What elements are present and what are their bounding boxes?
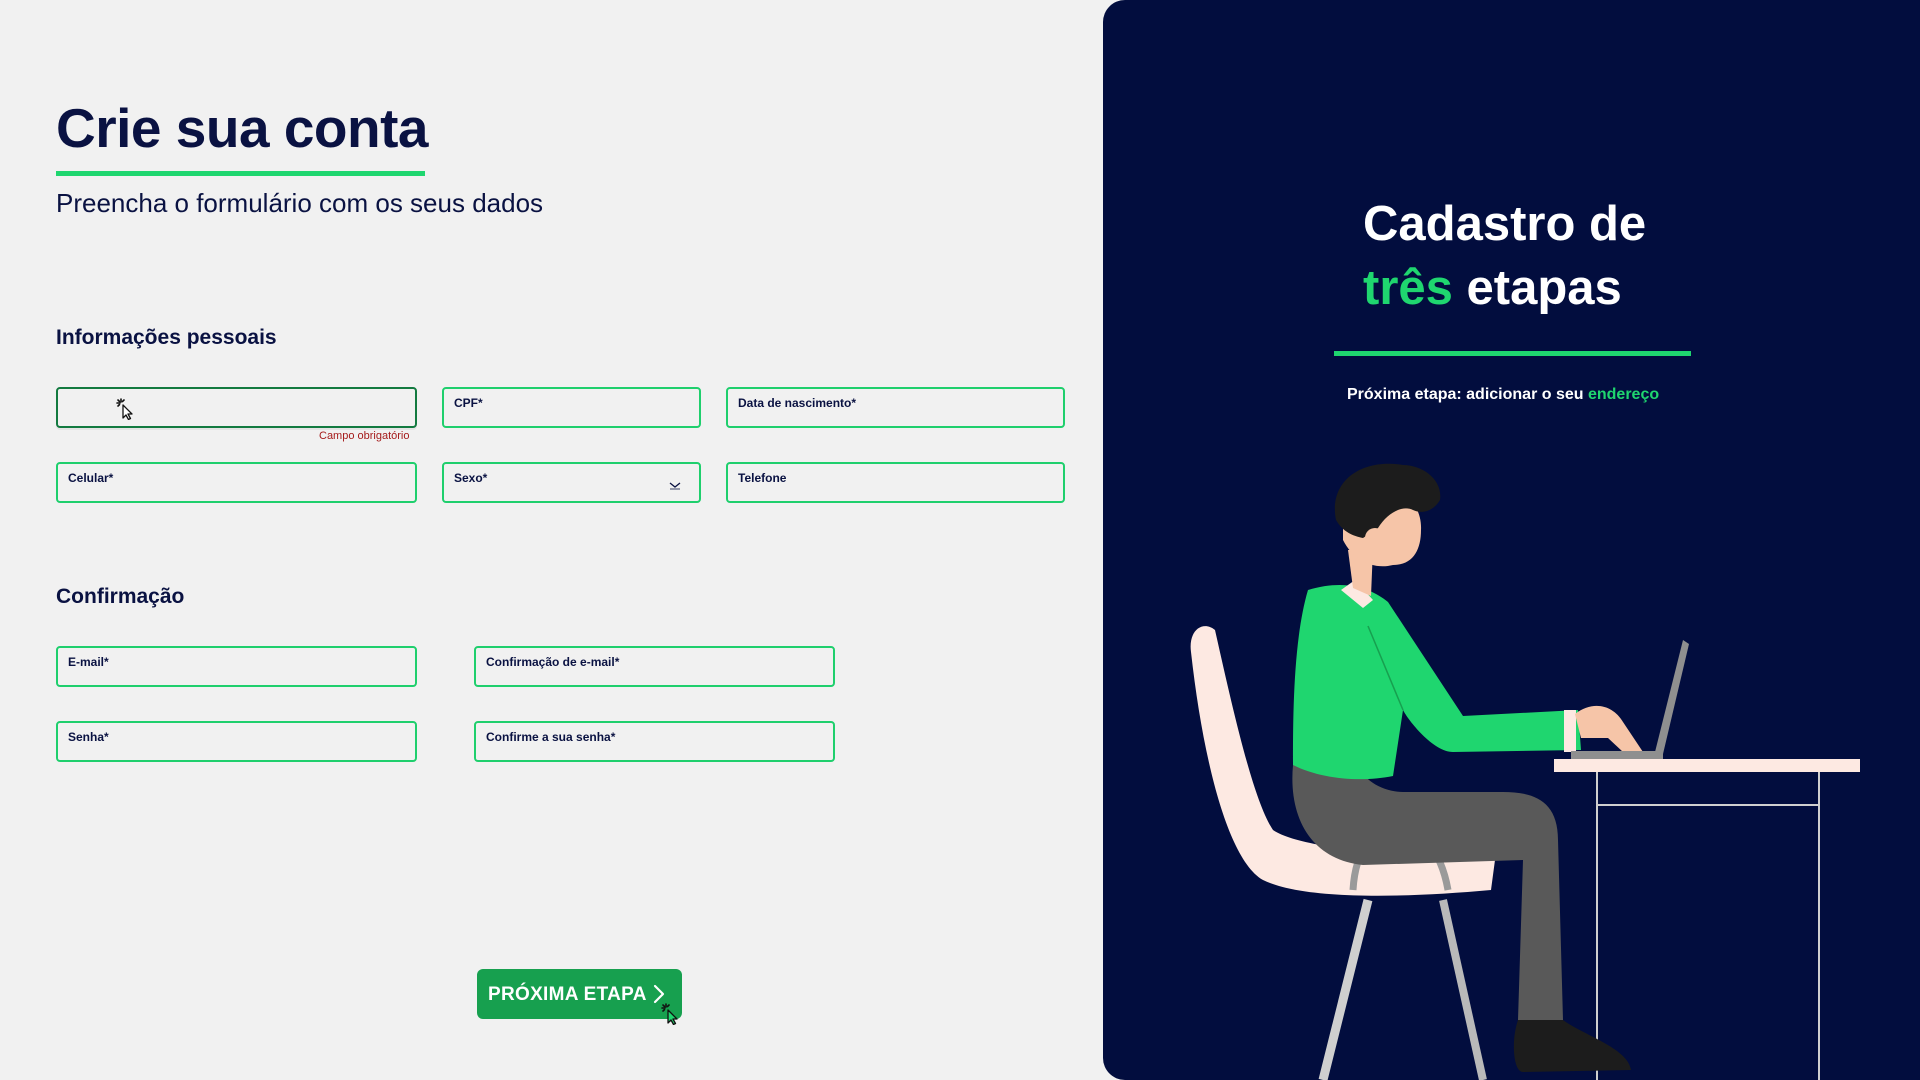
info-heading-line1: Cadastro de [1363, 197, 1647, 251]
sex-select-label: Sexo* [454, 471, 488, 485]
info-heading-rest: etapas [1466, 261, 1622, 315]
mobile-field-label: Celular* [68, 471, 114, 485]
email-field-label: E-mail* [68, 655, 109, 669]
next-step-button[interactable]: PRÓXIMA ETAPA [477, 969, 682, 1019]
mobile-field[interactable]: Celular* [56, 462, 417, 503]
next-step-highlight: endereço [1587, 386, 1660, 403]
loading-cursor-icon [116, 398, 133, 420]
info-heading-highlight: três [1363, 261, 1453, 315]
form-panel: Crie sua conta Preencha o formulário com… [0, 0, 1100, 1080]
email-confirm-field[interactable]: Confirmação de e-mail* [474, 646, 835, 687]
cpf-field[interactable]: CPF* [442, 387, 701, 428]
chevron-down-icon [669, 482, 681, 490]
title-underline [56, 171, 425, 176]
page-subtitle: Preencha o formulário com os seus dados [56, 188, 544, 218]
next-step-info: Próxima etapa: adicionar o seu endereço [1347, 386, 1659, 404]
name-field-error: Campo obrigatório [319, 430, 410, 442]
phone-field-label: Telefone [738, 471, 787, 485]
sex-select[interactable]: Sexo* [442, 462, 701, 503]
name-field[interactable] [56, 387, 417, 428]
next-step-text: Próxima etapa: adicionar o seu [1347, 386, 1584, 403]
password-confirm-field[interactable]: Confirme a sua senha* [474, 721, 835, 762]
birthdate-field[interactable]: Data de nascimento* [726, 387, 1065, 428]
info-panel: Cadastro de três etapas Próxima etapa: a… [1103, 0, 1920, 1080]
section-title-personal: Informações pessoais [56, 326, 277, 349]
cpf-field-label: CPF* [454, 396, 483, 410]
next-step-button-label: PRÓXIMA ETAPA [488, 984, 647, 1005]
password-field[interactable]: Senha* [56, 721, 417, 762]
person-at-laptop-illustration [1190, 463, 1860, 1080]
password-confirm-field-label: Confirme a sua senha* [486, 730, 616, 744]
info-heading-underline [1334, 351, 1691, 356]
birthdate-field-label: Data de nascimento* [738, 396, 857, 410]
section-title-confirmation: Confirmação [56, 585, 185, 608]
phone-field[interactable]: Telefone [726, 462, 1065, 503]
info-heading: Cadastro de três etapas [1363, 192, 1646, 320]
password-field-label: Senha* [68, 730, 109, 744]
email-field[interactable]: E-mail* [56, 646, 417, 687]
loading-cursor-icon [661, 1003, 678, 1025]
page-title: Crie sua conta [56, 97, 429, 159]
email-confirm-field-label: Confirmação de e-mail* [486, 655, 620, 669]
chevron-right-icon [653, 984, 665, 1004]
